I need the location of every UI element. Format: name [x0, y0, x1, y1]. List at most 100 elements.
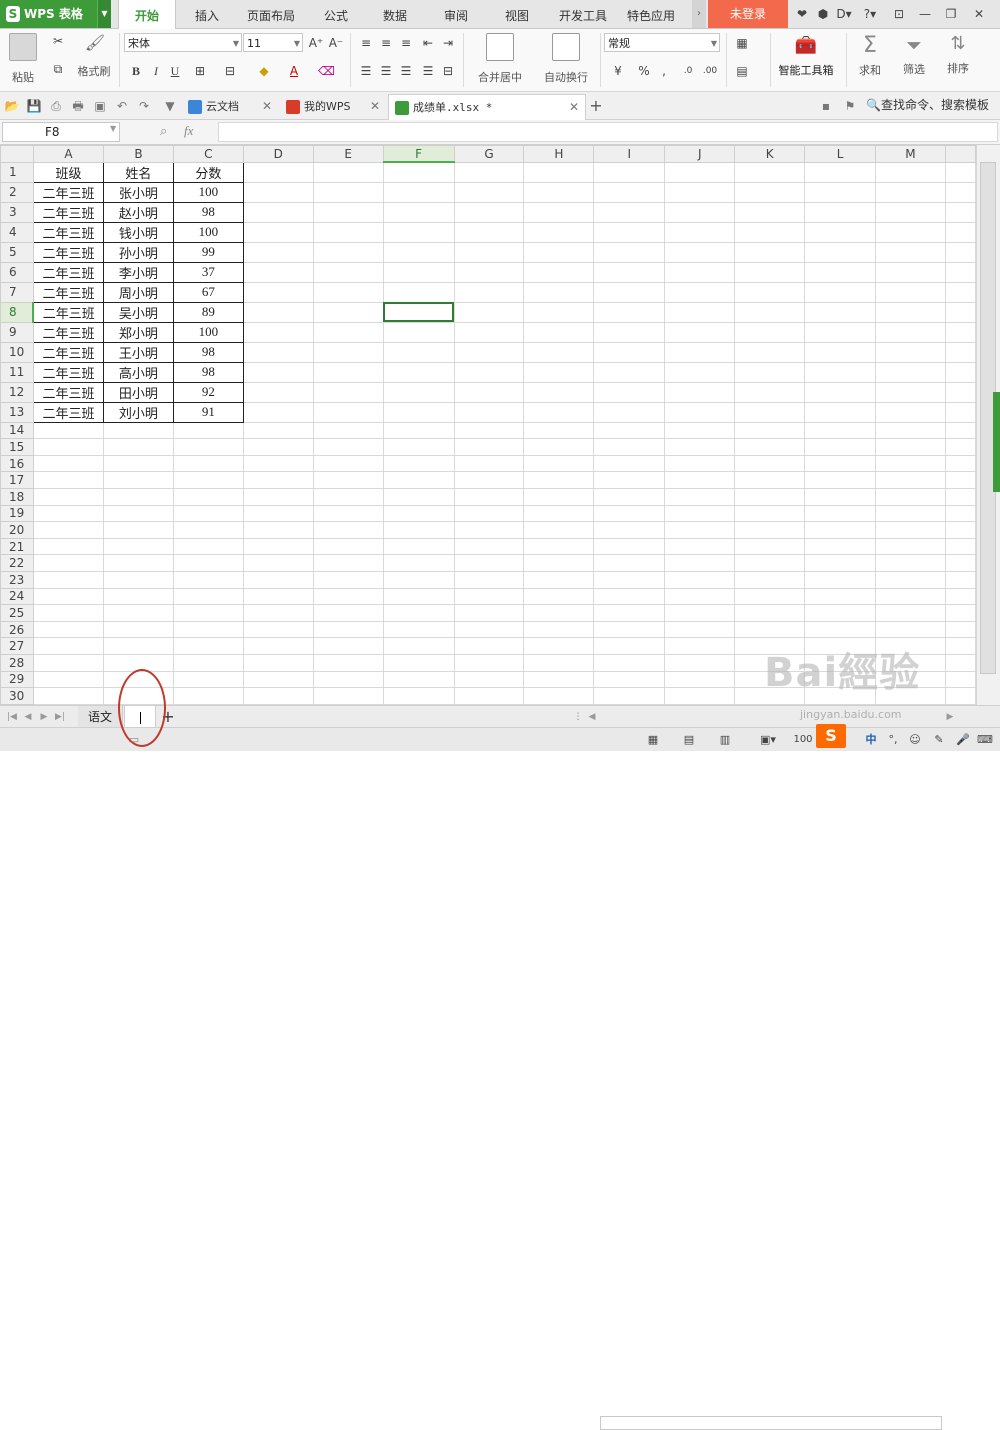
cell[interactable]: 98: [172, 341, 244, 363]
cell[interactable]: [734, 261, 806, 283]
cell[interactable]: [242, 321, 314, 343]
cell[interactable]: 赵小明: [102, 201, 174, 223]
italic-button[interactable]: I: [148, 63, 164, 79]
cell[interactable]: [242, 554, 314, 572]
cell[interactable]: [102, 521, 174, 539]
row-header[interactable]: 20: [0, 521, 34, 539]
row-header[interactable]: 27: [0, 637, 34, 655]
ime-mode[interactable]: 中: [862, 731, 880, 748]
cell[interactable]: 姓名: [102, 161, 174, 183]
cell[interactable]: [523, 504, 595, 523]
cell[interactable]: [593, 687, 666, 705]
cell[interactable]: [453, 471, 525, 489]
cell[interactable]: [593, 261, 666, 283]
cell[interactable]: [593, 637, 666, 655]
cell[interactable]: [312, 670, 384, 689]
first-sheet-icon[interactable]: |◀: [6, 710, 18, 724]
cell[interactable]: [734, 454, 806, 473]
cell[interactable]: [312, 537, 384, 556]
cell[interactable]: [453, 620, 525, 639]
cell[interactable]: [382, 381, 455, 403]
underline-button[interactable]: U: [167, 63, 183, 79]
borders-icon[interactable]: ⊞: [192, 63, 208, 79]
cell[interactable]: [382, 537, 455, 556]
cell[interactable]: [242, 653, 314, 672]
cell[interactable]: [523, 241, 595, 263]
cell[interactable]: [242, 670, 314, 689]
column-header[interactable]: H: [523, 145, 595, 163]
cell[interactable]: [453, 604, 525, 622]
cell[interactable]: [453, 504, 525, 523]
cell[interactable]: [242, 261, 314, 283]
cell[interactable]: [593, 570, 666, 589]
cell[interactable]: [804, 281, 876, 303]
cell[interactable]: 二年三班: [32, 341, 104, 363]
cell[interactable]: [734, 504, 806, 523]
cell[interactable]: [32, 487, 104, 506]
restore-icon[interactable]: ❐: [941, 0, 961, 28]
number-format-select[interactable]: 常规 ▼: [604, 33, 720, 52]
close-icon[interactable]: ✕: [262, 94, 272, 119]
cell[interactable]: [875, 241, 946, 263]
cell[interactable]: [804, 421, 876, 440]
help-icon[interactable]: ?▾: [860, 0, 880, 28]
cell[interactable]: [453, 687, 525, 705]
page-break-view-icon[interactable]: ▥: [716, 731, 734, 748]
distribute-icon[interactable]: ⊟: [440, 63, 456, 79]
cell[interactable]: 98: [172, 361, 244, 383]
cell[interactable]: [453, 554, 525, 572]
cell[interactable]: [102, 554, 174, 572]
cell[interactable]: [875, 261, 946, 283]
cell[interactable]: [593, 161, 666, 183]
cell[interactable]: [944, 321, 976, 343]
cell[interactable]: [242, 221, 314, 243]
row-header[interactable]: 21: [0, 537, 34, 556]
cell[interactable]: [242, 587, 314, 606]
comma-style-icon[interactable]: ,: [656, 63, 672, 79]
cell[interactable]: [734, 620, 806, 639]
cell[interactable]: [32, 521, 104, 539]
cell[interactable]: [382, 341, 455, 363]
cell[interactable]: [875, 281, 946, 303]
row-header[interactable]: 28: [0, 653, 34, 672]
cell[interactable]: [804, 471, 876, 489]
tab-developer[interactable]: 开发工具: [552, 0, 614, 28]
flag-icon[interactable]: ⚑: [842, 98, 858, 114]
cell[interactable]: [453, 241, 525, 263]
close-icon[interactable]: ✕: [969, 0, 989, 28]
monitor-icon[interactable]: ▪: [818, 98, 834, 114]
row-header[interactable]: 10: [0, 341, 34, 363]
cell[interactable]: [242, 687, 314, 705]
cell[interactable]: [734, 161, 806, 183]
cell[interactable]: [664, 620, 736, 639]
cell[interactable]: 67: [172, 281, 244, 303]
worksheet-grid[interactable]: ABCDEFGHIJKLM 1 班级 姓名 分数 2 二年三班 张小明 100 3 二年三班 赵小明…: [0, 145, 976, 705]
undo-icon[interactable]: ↶: [114, 98, 130, 114]
cell[interactable]: [944, 161, 976, 183]
currency-icon[interactable]: ¥: [610, 63, 626, 79]
cell[interactable]: [664, 421, 736, 440]
row-header[interactable]: 3: [0, 201, 34, 223]
cell[interactable]: [734, 341, 806, 363]
decrease-font-icon[interactable]: A⁻: [328, 35, 344, 51]
cell[interactable]: [32, 454, 104, 473]
cell[interactable]: [593, 381, 666, 403]
merge-border-icon[interactable]: ⊟: [222, 63, 238, 79]
login-button[interactable]: 未登录: [708, 0, 788, 28]
cell[interactable]: [664, 653, 736, 672]
row-header[interactable]: 2: [0, 181, 34, 203]
cell[interactable]: [242, 241, 314, 263]
cell[interactable]: [312, 604, 384, 622]
cell[interactable]: [664, 604, 736, 622]
cell[interactable]: [804, 161, 876, 183]
prev-sheet-icon[interactable]: ◀: [22, 710, 34, 724]
row-header[interactable]: 24: [0, 587, 34, 606]
cell[interactable]: [944, 301, 976, 323]
column-header[interactable]: E: [312, 145, 384, 163]
cell[interactable]: [312, 261, 384, 283]
tab-page-layout[interactable]: 页面布局: [240, 0, 302, 28]
bold-button[interactable]: B: [128, 63, 144, 79]
cell[interactable]: [382, 670, 455, 689]
cell[interactable]: [382, 261, 455, 283]
table-style-icon[interactable]: ▦: [734, 35, 750, 51]
